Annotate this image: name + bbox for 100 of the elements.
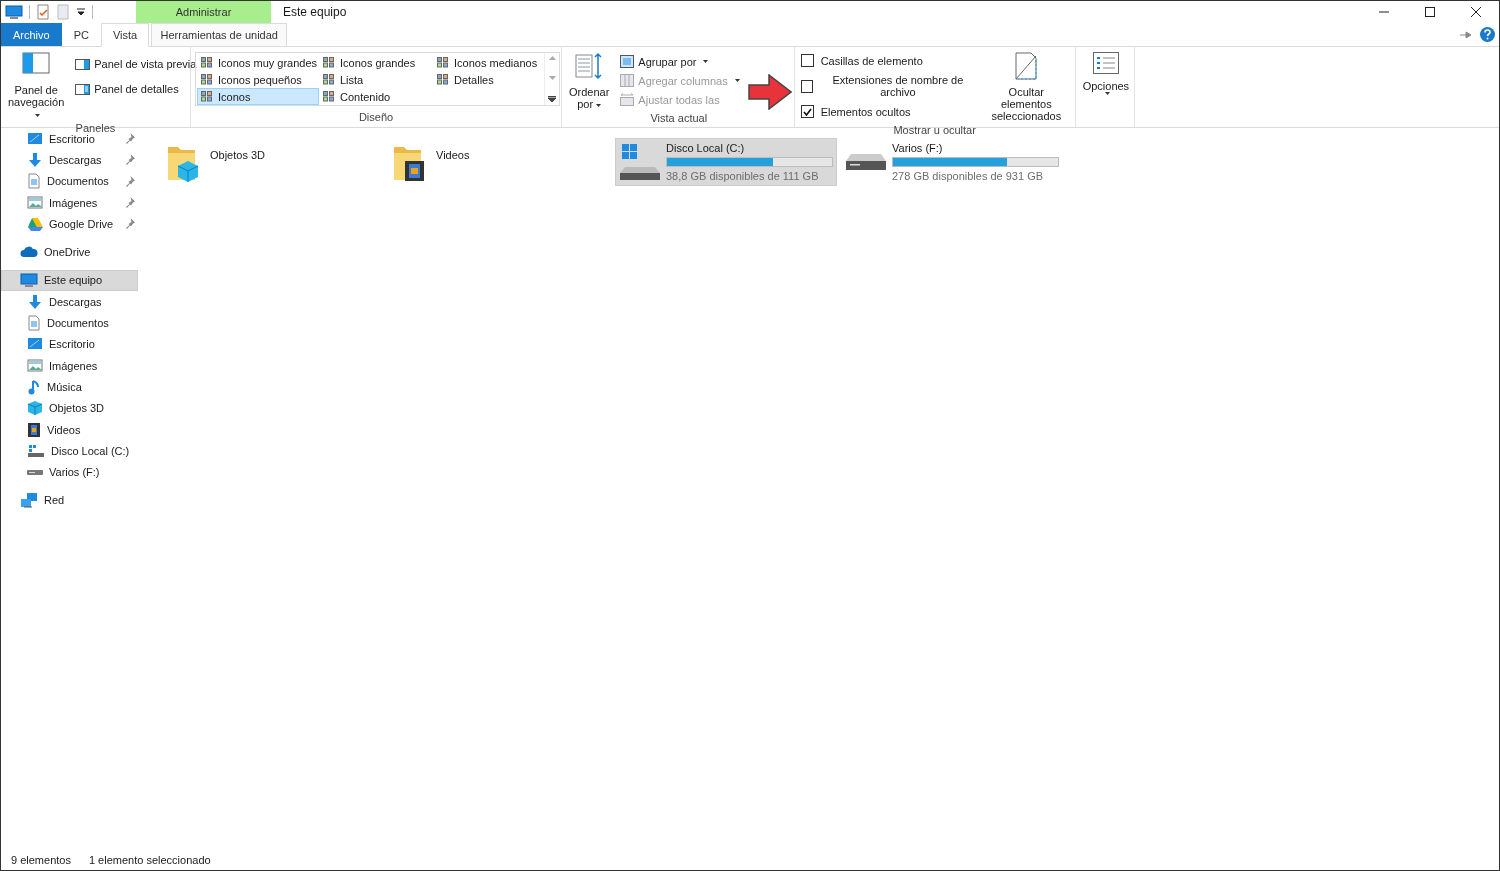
layout-option[interactable]: Iconos medianos: [433, 54, 543, 71]
close-icon: [1471, 7, 1481, 17]
free-space-text: 278 GB disponibles de 931 GB: [892, 170, 1045, 182]
checkmark-icon: [802, 107, 812, 116]
layout-icon: [437, 57, 449, 68]
ribbon-tab[interactable]: Vista: [100, 23, 150, 47]
image-icon: [27, 359, 43, 373]
drive-icon: [620, 144, 660, 180]
film-icon: [27, 421, 41, 438]
group-title: Paneles: [74, 122, 117, 134]
nav-item[interactable]: Escritorio: [1, 333, 138, 355]
layout-option[interactable]: Iconos grandes: [319, 54, 433, 71]
options-icon: [1092, 52, 1119, 74]
pane-button[interactable]: Panel de detalles: [73, 82, 199, 96]
nav-item[interactable]: Descargas: [1, 291, 138, 313]
group-title: Vista actual: [649, 112, 709, 126]
checked-document-icon: [36, 4, 50, 20]
nav-item[interactable]: Descargas: [1, 149, 138, 171]
layout-option[interactable]: Iconos: [197, 88, 319, 105]
desktop-icon: [27, 131, 43, 146]
document-icon: [27, 315, 41, 331]
layout-icon: [201, 91, 213, 102]
drive-icon: [27, 469, 43, 475]
maximize-icon: [1425, 7, 1435, 17]
expand-gallery-icon: [548, 96, 556, 102]
caret-icon: [703, 60, 709, 63]
nav-item[interactable]: Documentos: [1, 312, 138, 334]
details-pane-icon: [75, 83, 91, 95]
nav-item[interactable]: Videos: [1, 418, 138, 441]
drive-name: Varios (F:): [892, 142, 944, 154]
layout-icon: [201, 74, 213, 85]
dropdown-icon: [76, 7, 86, 17]
group-title: Mostrar u ocultar: [892, 124, 977, 136]
drive-item[interactable]: Varios (F:) 278 GB disponibles de 931 GB: [841, 138, 1063, 186]
download-arrow-icon: [27, 151, 43, 168]
desktop-icon: [27, 337, 43, 352]
checkbox[interactable]: Extensiones de nombre de archivo: [800, 74, 976, 98]
layout-icon: [323, 74, 335, 85]
computer-icon: [20, 272, 38, 288]
layout-icon: [437, 74, 449, 85]
cube-icon: [27, 400, 43, 417]
ribbon-tab[interactable]: Herramientas de unidad: [151, 23, 288, 46]
preview-pane-icon: [75, 58, 91, 70]
triangle-icon: [27, 216, 43, 231]
folder-item[interactable]: Videos: [389, 138, 611, 186]
status-text: 1 elemento seleccionado: [88, 854, 211, 866]
caret-icon: [596, 103, 602, 107]
fit-columns-icon: [620, 93, 635, 106]
layout-icon: [323, 57, 335, 68]
nav-item[interactable]: Este equipo: [1, 269, 138, 292]
layout-option[interactable]: Contenido: [319, 88, 433, 105]
scroll-up-icon: [548, 56, 556, 60]
nav-item[interactable]: Documentos: [1, 170, 138, 192]
arrow-icon: [747, 74, 792, 110]
nav-item[interactable]: Objetos 3D: [1, 397, 138, 419]
checkbox[interactable]: Elementos ocultos: [800, 105, 976, 118]
navigation-pane-button[interactable]: Panel de navegación: [5, 50, 68, 122]
columns-icon: [620, 74, 635, 87]
cloud-icon: [20, 246, 38, 259]
ribbon-tab[interactable]: PC: [61, 23, 101, 46]
nav-item[interactable]: Red: [1, 489, 138, 512]
layout-option[interactable]: Detalles: [433, 71, 543, 88]
scroll-down-icon: [548, 76, 556, 80]
document-icon: [27, 173, 41, 190]
help-icon[interactable]: [1480, 27, 1495, 42]
nav-item[interactable]: Imágenes: [1, 354, 138, 377]
layout-option[interactable]: Iconos pequeños: [197, 71, 319, 88]
drive-name: Disco Local (C:): [666, 142, 746, 154]
free-space-text: 38,8 GB disponibles de 111 GB: [666, 170, 820, 182]
nav-item[interactable]: Imágenes: [1, 191, 138, 214]
nav-item[interactable]: Música: [1, 376, 138, 398]
options-button[interactable]: Opciones: [1079, 50, 1133, 127]
nav-item[interactable]: OneDrive: [1, 241, 138, 263]
checkbox[interactable]: Casillas de elemento: [800, 54, 976, 67]
drive-icon: [846, 154, 886, 170]
layout-option[interactable]: Lista: [319, 71, 433, 88]
context-tab-header: Administrar: [136, 1, 271, 23]
sort-icon: [575, 52, 604, 80]
drive-item[interactable]: Disco Local (C:) 38,8 GB disponibles de 111 GB: [615, 138, 837, 186]
ribbon-tab[interactable]: Archivo: [1, 23, 62, 46]
layout-icon: [201, 57, 213, 68]
status-text: 9 elementos: [11, 854, 71, 866]
download-arrow-icon: [27, 293, 43, 310]
music-note-icon: [27, 378, 41, 395]
network-icon: [20, 492, 38, 509]
nav-item[interactable]: Disco Local (C:): [1, 440, 138, 462]
sort-button[interactable]: Ordenar por: [566, 50, 613, 112]
pane-icon: [22, 52, 51, 74]
folder-item[interactable]: Objetos 3D: [163, 138, 385, 186]
window-title: Este equipo: [283, 5, 347, 19]
document-icon: [56, 4, 70, 20]
layout-icon: [323, 91, 335, 102]
view-option[interactable]: Agrupar por: [618, 54, 742, 69]
hide-selected-button[interactable]: Ocultar elementos seleccionados: [982, 50, 1071, 124]
image-icon: [27, 196, 43, 210]
nav-item[interactable]: Google Drive: [1, 213, 138, 235]
nav-item[interactable]: Varios (F:): [1, 461, 138, 483]
layout-option[interactable]: Iconos muy grandes: [197, 54, 319, 71]
group-title: Diseño: [357, 111, 395, 125]
group-icon: [620, 55, 635, 68]
